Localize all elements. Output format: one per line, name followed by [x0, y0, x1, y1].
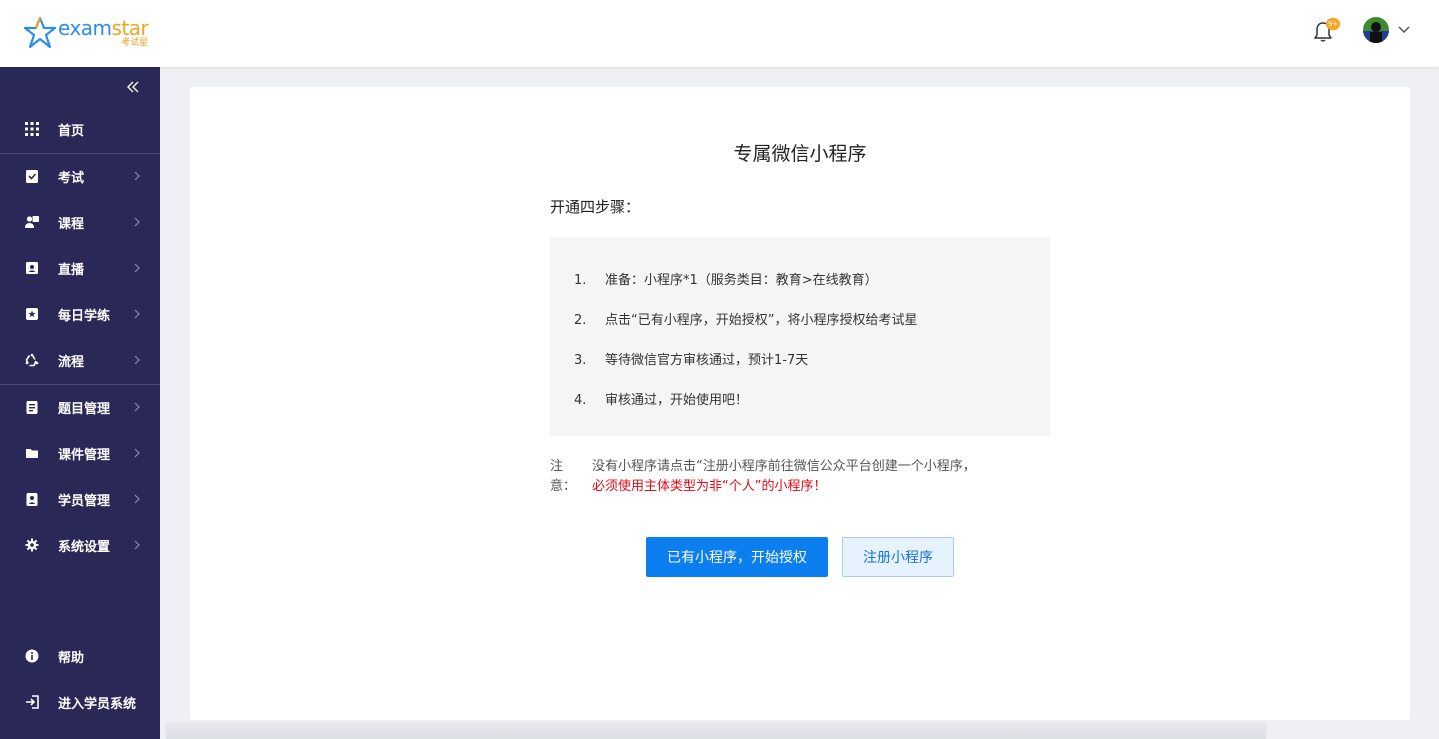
- chevron-right-icon: [134, 540, 140, 550]
- teacher-icon: [25, 216, 39, 228]
- steps-title: 开通四步骤：: [550, 198, 641, 216]
- chevron-right-icon: [134, 402, 140, 412]
- chevron-right-icon: [134, 309, 140, 319]
- step-text: 审核通过，开始使用吧！: [605, 393, 749, 408]
- page-title: 专属微信小程序: [733, 143, 867, 165]
- authorize-button[interactable]: 已有小程序，开始授权: [646, 537, 828, 577]
- step-number: 4.: [574, 393, 587, 408]
- note-text: 没有小程序请点击“注册小程序前往微信公众平台创建一个小程序，: [592, 459, 976, 474]
- sidebar-item-label: 流程: [58, 354, 85, 370]
- sidebar-item-label: 考试: [58, 170, 85, 186]
- step-item: 2. 点击“已有小程序，开始授权”，将小程序授权给考试星: [574, 309, 917, 328]
- register-miniprogram-button[interactable]: 注册小程序: [842, 537, 954, 577]
- chevron-right-icon: [134, 355, 140, 365]
- list-doc-icon: [26, 401, 38, 414]
- sidebar-item-daily-practice[interactable]: 每日学练: [0, 291, 160, 337]
- logo-brand-b: star: [111, 16, 149, 40]
- chevron-right-icon: [134, 171, 140, 181]
- sidebar-item-label: 题目管理: [58, 401, 111, 417]
- chevron-right-icon: [134, 494, 140, 504]
- step-text: 准备：小程序*1（服务类目：教育>在线教育）: [605, 273, 878, 288]
- chevron-right-icon: [134, 263, 140, 273]
- sidebar-item-label: 课程: [58, 216, 85, 232]
- steps-box: 1. 准备：小程序*1（服务类目：教育>在线教育） 2. 点击“已有小程序，开始授权…: [550, 237, 1050, 436]
- door-enter-icon: [26, 695, 39, 709]
- sidebar-item-label: 首页: [58, 123, 85, 139]
- step-item: 3. 等待微信官方审核通过，预计1-7天: [574, 349, 808, 368]
- sidebar-item-label: 系统设置: [58, 539, 111, 555]
- star-logo-icon: [24, 16, 56, 49]
- sidebar-item-help[interactable]: 帮助: [0, 633, 160, 679]
- sidebar-item-home[interactable]: 首页: [0, 106, 160, 152]
- step-item: 1. 准备：小程序*1（服务类目：教育>在线教育）: [574, 269, 878, 288]
- top-header: examstar 考试星 9+: [0, 0, 1439, 67]
- examstar-logo[interactable]: examstar 考试星: [24, 16, 149, 50]
- logo-subtitle: 考试星: [121, 38, 149, 48]
- collapse-sidebar-icon[interactable]: [125, 79, 141, 95]
- step-number: 3.: [574, 353, 587, 368]
- note-warning: 必须使用主体类型为非“个人”的小程序！: [592, 479, 827, 494]
- sidebar-item-label: 每日学练: [58, 308, 111, 324]
- recycle-icon: [25, 353, 39, 367]
- step-text: 点击“已有小程序，开始授权”，将小程序授权给考试星: [605, 313, 918, 328]
- id-badge-icon: [26, 493, 38, 506]
- sidebar-item-student-manage[interactable]: 学员管理: [0, 476, 160, 522]
- avatar[interactable]: [1363, 17, 1389, 43]
- sidebar-item-settings[interactable]: 系统设置: [0, 522, 160, 568]
- sidebar-item-enter-student-system[interactable]: 进入学员系统: [0, 679, 160, 725]
- clipboard-check-icon: [26, 170, 38, 183]
- sidebar-item-course[interactable]: 课程: [0, 199, 160, 245]
- chevron-right-icon: [134, 217, 140, 227]
- grid-icon: [25, 122, 39, 136]
- step-number: 1.: [574, 273, 587, 288]
- logo-brand-a: exam: [58, 16, 112, 40]
- chevron-right-icon: [134, 448, 140, 458]
- step-text: 等待微信官方审核通过，预计1-7天: [605, 353, 809, 368]
- sidebar-item-courseware-manage[interactable]: 课件管理: [0, 430, 160, 476]
- sidebar-item-live[interactable]: 直播: [0, 245, 160, 291]
- avatar-image: [1363, 17, 1389, 43]
- live-icon: [26, 262, 38, 274]
- notification-badge: 9+: [1326, 18, 1340, 30]
- star-box-icon: [26, 308, 38, 320]
- sidebar-item-label: 进入学员系统: [58, 696, 137, 712]
- sidebar-item-label: 课件管理: [58, 447, 111, 463]
- sidebar: 首页 考试 课程 直播 每日学练 流程 题目管理 课件管理 学员管理 系统设置 …: [0, 67, 160, 739]
- sidebar-item-question-manage[interactable]: 题目管理: [0, 384, 160, 430]
- gear-icon: [25, 538, 39, 552]
- sidebar-item-label: 直播: [58, 262, 85, 278]
- sidebar-item-label: 帮助: [58, 650, 85, 666]
- step-number: 2.: [574, 313, 587, 328]
- sidebar-item-label: 学员管理: [58, 493, 111, 509]
- main-card: 专属微信小程序 开通四步骤： 1. 准备：小程序*1（服务类目：教育>在线教育） …: [190, 87, 1410, 720]
- sidebar-item-process[interactable]: 流程: [0, 337, 160, 383]
- horizontal-scrollbar[interactable]: [166, 722, 1266, 739]
- chevron-down-icon[interactable]: [1397, 25, 1411, 35]
- note-label: 注意：: [550, 459, 577, 494]
- step-item: 4. 审核通过，开始使用吧！: [574, 389, 748, 408]
- sidebar-item-exam[interactable]: 考试: [0, 153, 160, 199]
- info-icon: [25, 649, 39, 663]
- folder-icon: [26, 449, 38, 458]
